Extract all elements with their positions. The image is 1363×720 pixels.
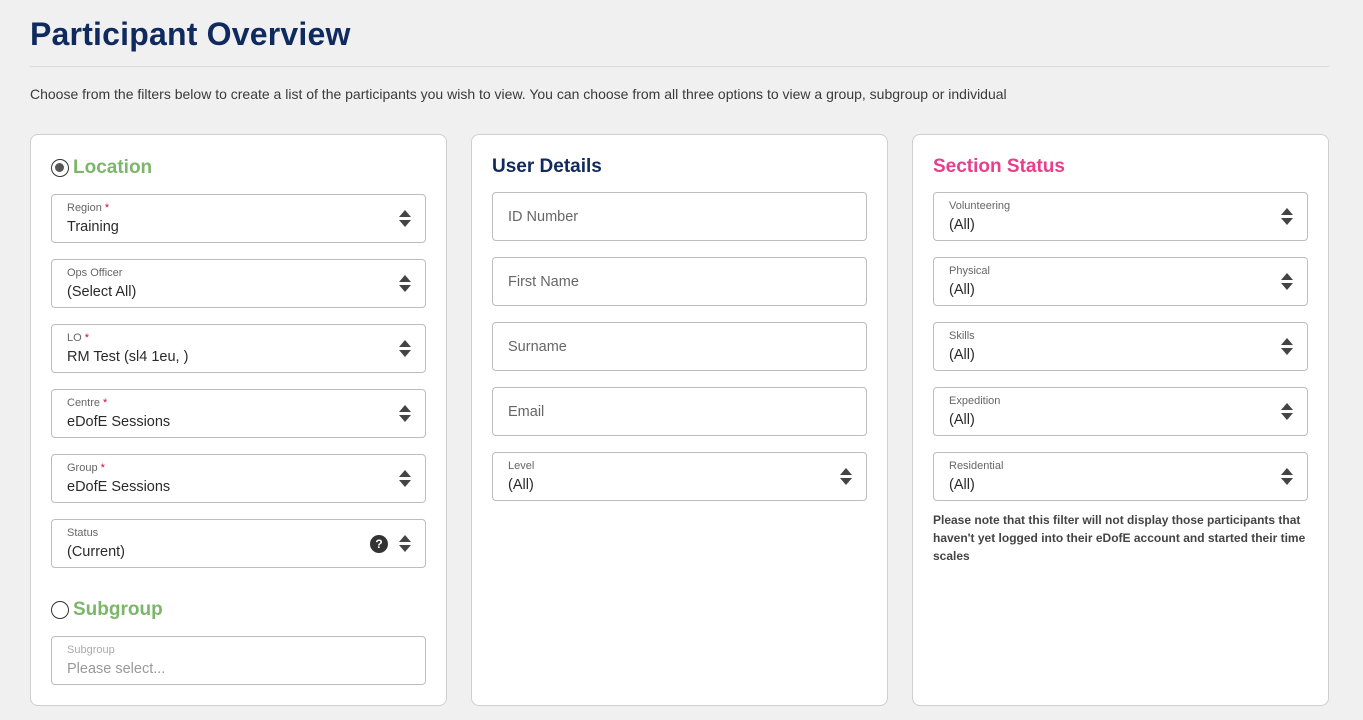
section-status-heading: Section Status [933,156,1065,177]
select-arrows-icon [399,470,411,488]
first-name-placeholder: First Name [508,274,579,290]
physical-value: (All) [949,282,975,298]
section-status-note: Please note that this filter will not di… [933,513,1306,563]
select-arrows-icon [399,535,411,553]
centre-value: eDofE Sessions [67,414,171,430]
centre-select[interactable]: Centre * eDofE Sessions [51,389,426,438]
subgroup-select[interactable]: Subgroup Please select... [51,636,426,685]
expedition-label: Expedition [949,395,1001,407]
select-arrows-icon [840,468,852,486]
residential-label: Residential [949,460,1004,472]
intro-text: Choose from the filters below to create … [30,86,1007,102]
physical-select[interactable]: Physical (All) [933,257,1308,306]
volunteering-label: Volunteering [949,200,1011,212]
email-input[interactable]: Email [492,387,867,436]
email-placeholder: Email [508,404,545,420]
select-arrows-icon [399,210,411,228]
ops-officer-value: (Select All) [67,284,137,300]
required-marker: * [84,332,89,344]
required-marker: * [103,397,108,409]
required-marker: * [100,462,105,474]
help-icon[interactable]: ? [370,535,388,553]
subgroup-placeholder: Please select... [67,661,166,677]
subgroup-option[interactable]: Subgroup [51,599,163,621]
select-arrows-icon [1281,403,1293,421]
location-radio[interactable] [51,159,69,177]
volunteering-value: (All) [949,217,975,233]
title-divider [30,66,1329,67]
page-title: Participant Overview [30,16,351,52]
location-panel: Location Region * Training Ops Officer (S… [30,134,447,706]
select-arrows-icon [1281,338,1293,356]
region-select[interactable]: Region * Training [51,194,426,243]
select-arrows-icon [1281,273,1293,291]
user-details-panel: User Details ID Number First Name Surnam… [471,134,888,706]
level-select[interactable]: Level (All) [492,452,867,501]
location-heading: Location [73,157,153,178]
volunteering-select[interactable]: Volunteering (All) [933,192,1308,241]
select-arrows-icon [399,340,411,358]
surname-input[interactable]: Surname [492,322,867,371]
physical-label: Physical [949,265,990,277]
first-name-input[interactable]: First Name [492,257,867,306]
user-details-heading: User Details [492,156,602,177]
section-status-panel: Section Status Volunteering (All) Physic… [912,134,1329,706]
status-label: Status [67,527,99,539]
group-select[interactable]: Group * eDofE Sessions [51,454,426,503]
centre-label: Centre [67,397,101,409]
required-marker: * [104,202,110,214]
subgroup-radio[interactable] [51,601,69,619]
skills-label: Skills [949,330,975,342]
ops-officer-select[interactable]: Ops Officer (Select All) [51,259,426,308]
level-value: (All) [508,477,534,493]
subgroup-label: Subgroup [67,644,115,656]
residential-value: (All) [949,477,975,493]
skills-select[interactable]: Skills (All) [933,322,1308,371]
expedition-select[interactable]: Expedition (All) [933,387,1308,436]
lo-label: LO [67,332,82,344]
location-option[interactable]: Location [51,157,152,179]
id-number-input[interactable]: ID Number [492,192,867,241]
lo-select[interactable]: LO * RM Test (sl4 1eu, ) [51,324,426,373]
lo-value: RM Test (sl4 1eu, ) [67,349,189,365]
status-value: (Current) [67,544,126,560]
region-label: Region [67,202,102,214]
surname-placeholder: Surname [508,339,567,355]
id-number-placeholder: ID Number [508,209,579,225]
subgroup-heading: Subgroup [73,599,163,620]
select-arrows-icon [399,275,411,293]
residential-select[interactable]: Residential (All) [933,452,1308,501]
region-value: Training [67,219,119,235]
ops-officer-label: Ops Officer [67,267,123,279]
expedition-value: (All) [949,412,975,428]
status-select[interactable]: Status (Current) ? [51,519,426,568]
group-value: eDofE Sessions [67,479,171,495]
select-arrows-icon [1281,468,1293,486]
select-arrows-icon [1281,208,1293,226]
level-label: Level [508,460,535,472]
select-arrows-icon [399,405,411,423]
skills-value: (All) [949,347,975,363]
group-label: Group [67,462,98,474]
